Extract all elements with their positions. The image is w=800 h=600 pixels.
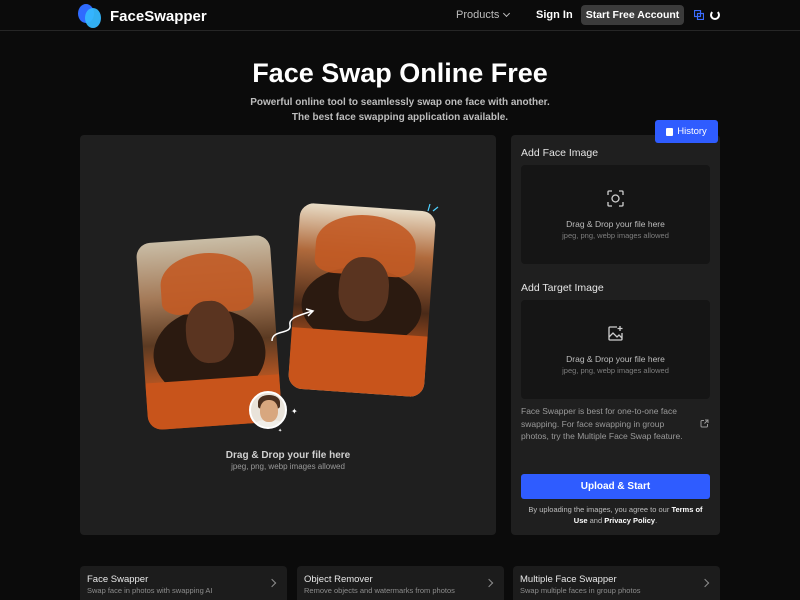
terms-suffix: . xyxy=(655,515,658,525)
chevron-down-icon xyxy=(503,9,511,18)
target-upload-title: Drag & Drop your file here xyxy=(566,354,665,364)
history-button[interactable]: History xyxy=(655,120,718,143)
sparkle-lines-icon xyxy=(427,203,439,212)
page-title: Face Swap Online Free xyxy=(252,58,548,88)
face-image-upload[interactable]: Drag & Drop your file here jpeg, png, we… xyxy=(521,165,710,264)
target-upload-formats: jpeg, png, webp images allowed xyxy=(562,366,669,375)
sparkle-icon: ✦ xyxy=(291,407,298,416)
tool-description: Swap face in photos with swapping AI xyxy=(87,586,213,595)
chevron-right-icon xyxy=(700,578,710,588)
tool-title: Multiple Face Swapper xyxy=(520,574,617,585)
products-menu[interactable]: Products xyxy=(456,9,511,21)
terms-and: and xyxy=(587,515,605,525)
face-scan-icon xyxy=(607,190,624,207)
faceswapper-logo-icon xyxy=(78,4,102,28)
target-image-upload[interactable]: Drag & Drop your file here jpeg, png, we… xyxy=(521,300,710,399)
sign-in-link[interactable]: Sign In xyxy=(536,9,573,21)
tool-title: Face Swapper xyxy=(87,574,149,585)
chevron-right-icon xyxy=(484,578,494,588)
page-subtitle: Powerful online tool to seamlessly swap … xyxy=(250,97,550,123)
top-nav-bar: FaceSwapper Products Sign In Start Free … xyxy=(0,0,800,31)
language-icon[interactable] xyxy=(694,10,704,20)
sparkle-small-icon: ✦ xyxy=(278,428,283,434)
tool-title: Object Remover xyxy=(304,574,373,585)
face-image-label: Add Face Image xyxy=(521,147,599,159)
external-link-icon[interactable] xyxy=(700,419,709,428)
history-label: History xyxy=(677,126,707,137)
tool-description: Remove objects and watermarks from photo… xyxy=(304,586,455,595)
tool-card-multiple-face-swapper[interactable]: Multiple Face Swapper Swap multiple face… xyxy=(513,566,720,600)
logo[interactable]: FaceSwapper xyxy=(78,4,207,28)
drop-zone-formats: jpeg, png, webp images allowed xyxy=(231,462,345,471)
terms-prefix: By uploading the images, you agree to ou… xyxy=(528,505,672,514)
tool-description: Swap multiple faces in group photos xyxy=(520,586,641,595)
upload-panel: Add Face Image Drag & Drop your file her… xyxy=(511,135,720,535)
tool-card-face-swapper[interactable]: Face Swapper Swap face in photos with sw… xyxy=(80,566,287,600)
tool-card-object-remover[interactable]: Object Remover Remove objects and waterm… xyxy=(297,566,504,600)
privacy-policy-link[interactable]: Privacy Policy xyxy=(604,516,655,525)
chevron-right-icon xyxy=(267,578,277,588)
swap-arrow-icon xyxy=(271,308,315,342)
products-label: Products xyxy=(456,9,500,21)
drop-zone-title: Drag & Drop your file here xyxy=(225,450,351,461)
target-photo-card xyxy=(287,202,437,398)
group-photo-note: Face Swapper is best for one-to-one face… xyxy=(521,406,683,441)
loading-spinner-icon xyxy=(710,10,720,20)
logo-text: FaceSwapper xyxy=(110,7,207,25)
terms-notice: By uploading the images, you agree to ou… xyxy=(521,505,710,526)
image-add-icon xyxy=(608,326,623,341)
face-upload-title: Drag & Drop your file here xyxy=(566,219,665,229)
target-image-label: Add Target Image xyxy=(521,282,604,294)
history-icon xyxy=(666,127,674,136)
upload-start-button[interactable]: Upload & Start xyxy=(521,474,710,499)
drop-zone[interactable]: ✦ ✦ Drag & Drop your file here jpeg, png… xyxy=(80,135,496,535)
start-free-account-button[interactable]: Start Free Account xyxy=(581,5,684,25)
face-upload-formats: jpeg, png, webp images allowed xyxy=(562,231,669,240)
face-avatar xyxy=(249,391,287,429)
